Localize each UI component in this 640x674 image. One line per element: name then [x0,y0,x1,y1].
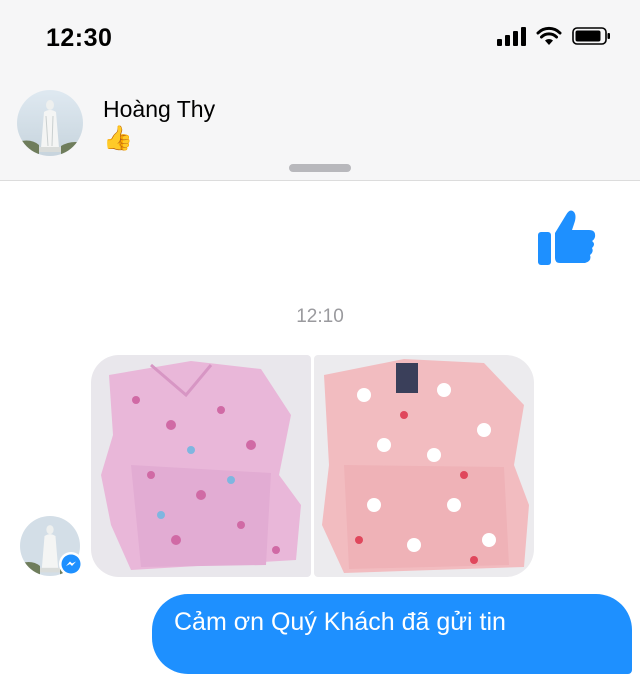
contact-avatar[interactable] [17,90,83,156]
contact-status-emoji: 👍 [103,125,133,152]
chat-header: 12:30 Hoàng Thy 👍 [0,0,640,181]
status-time: 12:30 [46,24,113,52]
thumbs-up-icon [538,210,596,265]
peach-pajama-set-photo[interactable] [314,355,534,577]
contact-name[interactable]: Hoàng Thy [103,96,215,123]
battery-icon [572,27,610,45]
wifi-icon [536,26,562,45]
status-icons [497,26,612,46]
cellular-signal-icon [497,26,526,46]
sheet-grabber-handle[interactable] [289,164,351,172]
message-timestamp: 12:10 [296,306,344,327]
pink-pajama-set-photo[interactable] [91,355,311,577]
outgoing-message-text: Cảm ơn Quý Khách đã gửi tin [174,608,506,636]
messenger-icon [61,554,81,574]
messenger-badge [59,552,83,576]
outgoing-message-bubble[interactable]: Cảm ơn Quý Khách đã gửi tin [152,594,632,674]
